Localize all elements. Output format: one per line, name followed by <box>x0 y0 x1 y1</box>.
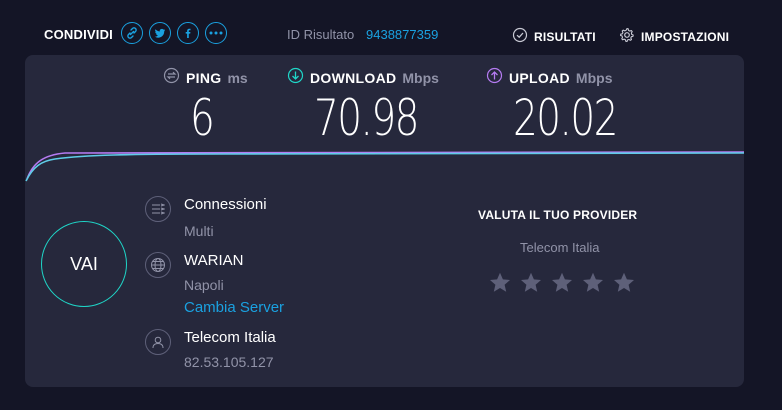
server-location: Napoli <box>184 277 224 293</box>
settings-button[interactable]: IMPOSTAZIONI <box>619 27 729 46</box>
download-unit: Mbps <box>402 70 439 86</box>
results-button[interactable]: RISULTATI <box>512 27 596 46</box>
star-icon[interactable] <box>550 271 574 295</box>
download-graph-line <box>25 152 744 182</box>
result-id-label: ID Risultato <box>287 27 355 42</box>
facebook-icon[interactable] <box>177 22 199 44</box>
change-server-link[interactable]: Cambia Server <box>184 299 284 316</box>
gear-icon <box>619 27 635 46</box>
ping-icon <box>163 67 180 89</box>
share-icons <box>121 22 227 44</box>
ping-value: 6 <box>190 89 215 147</box>
server-name: WARIAN <box>184 252 244 269</box>
more-icon[interactable] <box>205 22 227 44</box>
upload-graph-line <box>26 150 744 180</box>
go-button[interactable]: VAI <box>41 221 127 307</box>
ping-label: PING <box>186 70 222 86</box>
share-label: CONDIVIDI <box>44 27 113 42</box>
star-icon[interactable] <box>581 271 605 295</box>
star-icon[interactable] <box>488 271 512 295</box>
upload-metric: UPLOAD Mbps 20.02 <box>486 67 618 147</box>
result-id-link[interactable]: 9438877359 <box>366 27 438 42</box>
ping-unit: ms <box>227 70 248 86</box>
user-icon <box>145 329 171 355</box>
download-value: 70.98 <box>314 89 419 147</box>
result-panel: PING ms 6 DOWNLOAD Mbps 70.98 UPLOAD Mbp… <box>25 55 744 387</box>
ping-metric: PING ms 6 <box>163 67 248 147</box>
download-metric: DOWNLOAD Mbps 70.98 <box>287 67 439 147</box>
settings-label: IMPOSTAZIONI <box>641 29 730 44</box>
results-label: RISULTATI <box>534 29 596 44</box>
upload-unit: Mbps <box>575 70 613 86</box>
upload-label: UPLOAD <box>509 70 570 86</box>
rating-stars <box>488 271 636 295</box>
link-icon[interactable] <box>121 22 143 44</box>
connections-icon <box>145 196 171 222</box>
connections-value: Multi <box>184 223 214 239</box>
connections-title: Connessioni <box>184 196 267 213</box>
provider-name: Telecom Italia <box>184 329 276 346</box>
provider-ip: 82.53.105.127 <box>184 354 274 370</box>
download-icon <box>287 67 304 89</box>
speed-graph <box>25 150 744 182</box>
star-icon[interactable] <box>612 271 636 295</box>
upload-value: 20.02 <box>513 89 618 147</box>
star-icon[interactable] <box>519 271 543 295</box>
rate-provider-title: VALUTA IL TUO PROVIDER <box>478 208 638 222</box>
download-label: DOWNLOAD <box>310 70 397 86</box>
twitter-icon[interactable] <box>149 22 171 44</box>
check-circle-icon <box>512 27 528 46</box>
rate-provider-isp: Telecom Italia <box>520 240 600 255</box>
top-bar: CONDIVIDI ID Risultato 9438877359 RISULT… <box>0 0 782 56</box>
upload-icon <box>486 67 503 89</box>
globe-icon <box>145 252 171 278</box>
